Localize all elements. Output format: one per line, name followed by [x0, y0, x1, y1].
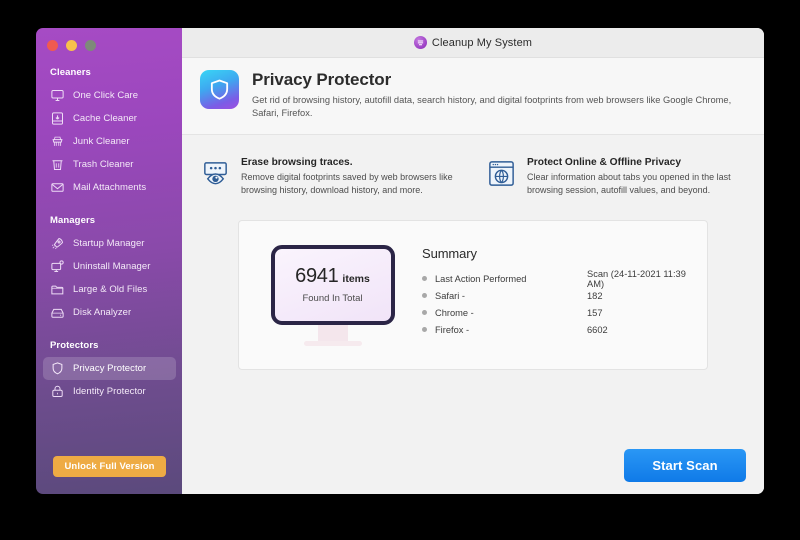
summary-value: 182 [587, 290, 603, 301]
sidebar-item-label: One Click Care [73, 90, 139, 101]
eye-screen-icon [200, 158, 231, 189]
sidebar-item-trash-cleaner[interactable]: Trash Cleaner [43, 153, 176, 176]
brush-icon [50, 134, 65, 149]
found-total-unit: items [342, 273, 370, 285]
table-row: Safari - 182 [422, 287, 699, 304]
minimize-button[interactable] [66, 40, 77, 51]
found-total-line: 6941 items [295, 265, 370, 288]
monitor-screen: 6941 items Found In Total [270, 244, 395, 325]
page-subtitle: Get rid of browsing history, autofill da… [252, 95, 732, 118]
feature-description: Remove digital footprints saved by web b… [241, 172, 453, 195]
summary-panel: Summary Last Action Performed Scan (24-1… [412, 246, 699, 344]
table-row: Firefox - 6602 [422, 321, 699, 338]
lock-icon [50, 384, 65, 399]
sidebar-item-one-click-care[interactable]: One Click Care [43, 84, 176, 107]
trash-icon [50, 157, 65, 172]
sidebar-item-label: Mail Attachments [73, 182, 147, 193]
bullet-icon [422, 310, 427, 315]
cache-box-icon [50, 111, 65, 126]
browser-globe-icon [486, 158, 517, 189]
close-button[interactable] [47, 40, 58, 51]
bullet-icon [422, 276, 427, 281]
sidebar-group-label-protectors: Protectors [50, 340, 99, 351]
summary-card: 6941 items Found In Total Summary Last A… [238, 220, 708, 370]
feature-description: Clear information about tabs you opened … [527, 172, 731, 195]
summary-key: Chrome - [435, 307, 474, 318]
envelope-icon [50, 180, 65, 195]
sidebar-item-label: Junk Cleaner [73, 136, 130, 147]
sidebar-item-startup-manager[interactable]: Startup Manager [43, 232, 176, 255]
sidebar-item-label: Startup Manager [73, 238, 145, 249]
monitor-stand-neck [317, 324, 348, 341]
sidebar-item-mail-attachments[interactable]: Mail Attachments [43, 176, 176, 199]
sidebar-group-label-cleaners: Cleaners [50, 67, 91, 78]
summary-key: Firefox - [435, 324, 470, 335]
monitor-badge-icon [50, 259, 65, 274]
disk-drive-icon [50, 305, 65, 320]
sidebar-item-label: Trash Cleaner [73, 159, 134, 170]
rocket-icon [50, 236, 65, 251]
folder-icon [50, 282, 65, 297]
feature-title: Protect Online & Offline Privacy [527, 157, 681, 168]
table-row: Last Action Performed Scan (24-11-2021 1… [422, 268, 699, 289]
unlock-full-version-button[interactable]: Unlock Full Version [53, 456, 166, 477]
sidebar-item-label: Disk Analyzer [73, 307, 132, 318]
sidebar-item-disk-analyzer[interactable]: Disk Analyzer [43, 301, 176, 324]
shield-app-icon [200, 70, 239, 109]
traffic-lights [36, 28, 182, 51]
summary-value: 157 [587, 307, 603, 318]
page-header: Privacy Protector Get rid of browsing hi… [182, 58, 764, 135]
monitor-icon [50, 88, 65, 103]
bottom-bar: Start Scan [182, 436, 764, 494]
app-window: Cleaners One Click Care Cache Cleaner Ju… [36, 28, 764, 494]
sidebar-item-large-old-files[interactable]: Large & Old Files [43, 278, 176, 301]
sidebar-item-label: Cache Cleaner [73, 113, 138, 124]
window-titlebar: Cleanup My System [182, 28, 764, 58]
shield-icon [50, 361, 65, 376]
summary-key: Safari - [435, 290, 465, 301]
features-row: Erase browsing traces. Remove digital fo… [182, 135, 764, 202]
sidebar-item-label: Large & Old Files [73, 284, 148, 295]
sidebar-item-label: Privacy Protector [73, 363, 147, 374]
found-total-caption: Found In Total [302, 293, 363, 304]
sidebar-item-uninstall-manager[interactable]: Uninstall Manager [43, 255, 176, 278]
bullet-icon [422, 293, 427, 298]
feature-title: Erase browsing traces. [241, 157, 353, 168]
sidebar-group-label-managers: Managers [50, 215, 96, 226]
sidebar-item-label: Uninstall Manager [73, 261, 151, 272]
summary-key: Last Action Performed [435, 273, 527, 284]
bullet-icon [422, 327, 427, 332]
summary-value: 6602 [587, 324, 608, 335]
found-total-count: 6941 [295, 265, 339, 287]
feature-protect-online-offline-privacy: Protect Online & Offline Privacy Clear i… [486, 157, 746, 196]
monitor-stand-base [303, 340, 362, 346]
app-title: Cleanup My System [431, 36, 533, 49]
sidebar-item-junk-cleaner[interactable]: Junk Cleaner [43, 130, 176, 153]
summary-value: Scan (24-11-2021 11:39 AM) [587, 268, 686, 289]
sidebar-item-privacy-protector[interactable]: Privacy Protector [43, 357, 176, 380]
sidebar-item-cache-cleaner[interactable]: Cache Cleaner [43, 107, 176, 130]
table-row: Chrome - 157 [422, 304, 699, 321]
feature-erase-browsing-traces: Erase browsing traces. Remove digital fo… [200, 157, 460, 196]
zoom-button[interactable] [85, 40, 96, 51]
sidebar: Cleaners One Click Care Cache Cleaner Ju… [36, 28, 182, 494]
cleanup-logo-icon [413, 36, 427, 49]
sidebar-item-label: Identity Protector [73, 386, 146, 397]
main-content: Cleanup My System Privacy Protector Get … [182, 28, 764, 494]
start-scan-button[interactable]: Start Scan [624, 448, 746, 482]
summary-heading: Summary [422, 246, 477, 261]
sidebar-item-identity-protector[interactable]: Identity Protector [43, 380, 176, 403]
page-title: Privacy Protector [252, 70, 392, 89]
monitor-graphic: 6941 items Found In Total [247, 244, 412, 346]
